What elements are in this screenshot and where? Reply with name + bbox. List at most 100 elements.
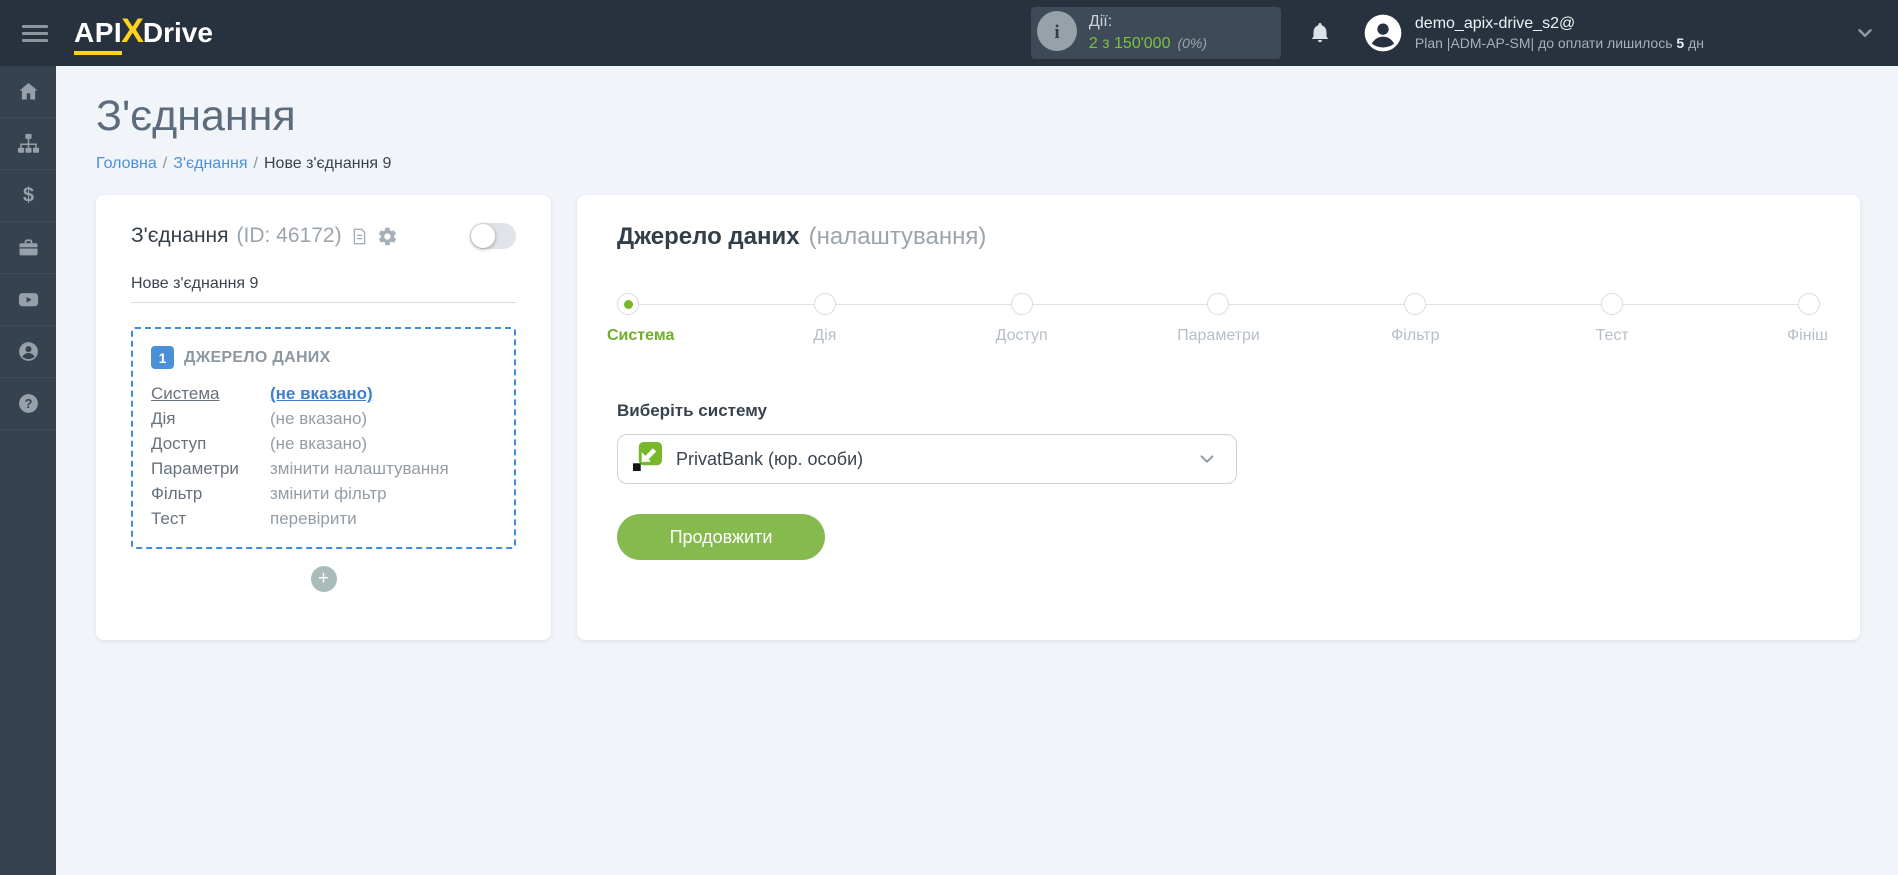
- document-icon[interactable]: [350, 227, 369, 246]
- step-number-badge: 1: [151, 346, 174, 369]
- continue-button[interactable]: Продовжити: [617, 514, 825, 560]
- step-label: Дія: [813, 327, 837, 344]
- step-circle: [1404, 293, 1427, 315]
- toggle-knob: [471, 224, 495, 248]
- gear-icon[interactable]: [377, 226, 398, 247]
- hamburger-menu-icon[interactable]: [22, 24, 48, 42]
- user-email: demo_apix-drive_s2@: [1414, 14, 1576, 32]
- data-source-setup-card: Джерело даних (налаштування) Система Дія Д…: [577, 195, 1860, 640]
- days-left-value: 5: [1676, 35, 1685, 52]
- source-row-label: Система: [151, 384, 220, 403]
- sidebar-item-account[interactable]: [0, 326, 56, 378]
- source-row-value[interactable]: (не вказано): [270, 384, 496, 404]
- step-test[interactable]: Тест: [1596, 293, 1629, 344]
- privatbank-logo-icon: [632, 441, 663, 477]
- step-access[interactable]: Доступ: [996, 293, 1048, 344]
- select-chevron-down-icon: [1196, 448, 1218, 470]
- user-plan: Plan |ADM-AP-SM| до оплати лишилось 5 дн: [1414, 35, 1704, 52]
- user-icon: [17, 340, 40, 363]
- step-label: Доступ: [995, 327, 1048, 344]
- source-row-label: Доступ: [151, 434, 207, 453]
- actions-counter-label: Дії:: [1088, 13, 1113, 31]
- step-circle: [1601, 293, 1624, 315]
- data-source-block[interactable]: 1 ДЖЕРЕЛО ДАНИХ Система (не вказано) Дія (н…: [131, 327, 516, 549]
- avatar[interactable]: [1363, 13, 1403, 53]
- data-source-heading: ДЖЕРЕЛО ДАНИХ: [184, 348, 331, 366]
- apixdrive-logo[interactable]: API X Drive: [74, 12, 213, 55]
- step-circle: [1010, 293, 1033, 315]
- setup-card-subtitle: (налаштування): [808, 223, 987, 250]
- bell-icon[interactable]: [1307, 20, 1333, 46]
- question-icon: ?: [17, 392, 40, 415]
- step-params[interactable]: Параметри: [1177, 293, 1260, 344]
- breadcrumb-link[interactable]: Головна: [96, 155, 157, 172]
- chevron-down-icon[interactable]: [1854, 22, 1876, 44]
- system-select-value: PrivatBank (юр. особи): [676, 448, 864, 469]
- source-row-value: (не вказано): [270, 409, 368, 428]
- sitemap-icon: [17, 132, 40, 155]
- sidebar-item-billing[interactable]: $: [0, 170, 56, 222]
- sidebar-item-services[interactable]: [0, 222, 56, 274]
- actions-counter: i Дії: 2 з 150'000 (0%): [1030, 7, 1281, 59]
- step-label: Система: [607, 327, 675, 344]
- step-label: Параметри: [1177, 327, 1260, 344]
- step-circle: [617, 293, 639, 315]
- home-icon: [17, 80, 40, 103]
- topbar: API X Drive i Дії: 2 з 150'000 (0%) demo_a…: [0, 0, 1898, 66]
- source-row-value: (не вказано): [270, 434, 368, 453]
- step-filter[interactable]: Фільтр: [1391, 293, 1440, 344]
- step-circle: [813, 293, 836, 315]
- source-row-label: Тест: [151, 509, 187, 528]
- sidebar-item-video[interactable]: [0, 274, 56, 326]
- source-row-value: змінити налаштування: [270, 459, 449, 478]
- breadcrumb-current: Нове з'єднання 9: [264, 155, 392, 172]
- step-label: Фільтр: [1391, 327, 1440, 344]
- step-finish[interactable]: Фініш: [1787, 293, 1828, 344]
- connection-name-input[interactable]: [131, 271, 516, 303]
- logo-part-x: X: [121, 11, 144, 50]
- breadcrumb: Головна / З'єднання / Нове з'єднання 9: [96, 155, 1860, 173]
- connection-toggle[interactable]: [470, 223, 516, 249]
- step-label: Фініш: [1787, 327, 1828, 344]
- source-row-value: перевірити: [270, 509, 357, 528]
- stepper-steps: Система Дія Доступ Параметри Фільтр Тест Фініш: [607, 293, 1828, 344]
- user-menu[interactable]: demo_apix-drive_s2@ Plan |ADM-AP-SM| до …: [1415, 14, 1704, 53]
- svg-text:$: $: [22, 185, 33, 207]
- connection-id: (ID: 46172): [236, 224, 342, 247]
- system-select[interactable]: PrivatBank (юр. особи): [617, 434, 1237, 484]
- step-circle: [1797, 293, 1820, 315]
- source-row-label: Дія: [151, 409, 176, 428]
- setup-card-title: Джерело даних: [617, 223, 800, 250]
- step-circle: [1207, 293, 1230, 315]
- breadcrumb-link[interactable]: З'єднання: [173, 155, 247, 172]
- actions-counter-value: 2 з 150'000: [1088, 35, 1171, 52]
- youtube-icon: [17, 288, 40, 311]
- source-row-label: Параметри: [151, 459, 239, 478]
- source-row-value: змінити фільтр: [270, 484, 387, 503]
- step-action[interactable]: Дія: [813, 293, 836, 344]
- select-system-label: Виберіть систему: [617, 401, 768, 420]
- add-step-button[interactable]: +: [310, 566, 337, 592]
- sidebar: $?: [0, 66, 56, 875]
- dollar-icon: $: [17, 184, 40, 207]
- source-block-rows: Система (не вказано) Дія (не вказано) Доступ…: [151, 384, 496, 529]
- breadcrumb-separator: /: [162, 155, 168, 172]
- info-icon[interactable]: i: [1036, 10, 1077, 56]
- sidebar-item-help[interactable]: ?: [0, 378, 56, 430]
- page-title: З'єднання: [96, 92, 296, 140]
- sidebar-item-home[interactable]: [0, 66, 56, 118]
- svg-text:?: ?: [24, 396, 32, 411]
- actions-counter-percent: (0%): [1177, 35, 1208, 51]
- step-system[interactable]: Система: [607, 293, 674, 344]
- connection-card: З'єднання (ID: 46172) 1 ДЖЕРЕЛО ДАНИХ Си…: [96, 195, 551, 640]
- connection-card-title: З'єднання: [131, 224, 229, 247]
- source-row-label: Фільтр: [151, 484, 203, 503]
- logo-part-api: API: [74, 17, 123, 55]
- logo-part-drive: Drive: [142, 16, 213, 48]
- step-label: Тест: [1595, 327, 1629, 344]
- svg-text:i: i: [1054, 22, 1059, 43]
- breadcrumb-separator: /: [253, 155, 258, 172]
- stepper: Система Дія Доступ Параметри Фільтр Тест Фініш: [607, 293, 1828, 357]
- sidebar-item-connections[interactable]: [0, 118, 56, 170]
- briefcase-icon: [17, 236, 40, 259]
